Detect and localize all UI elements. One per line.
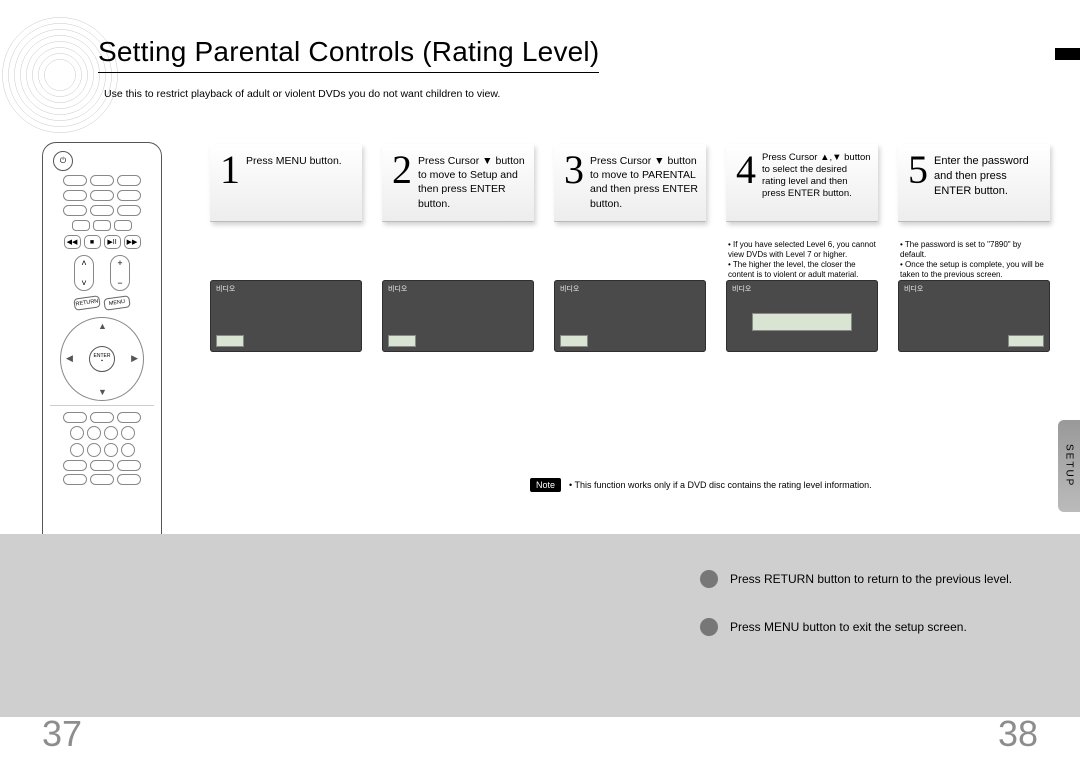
section-tab-setup: SETUP <box>1058 420 1080 512</box>
steps-row: 1 Press MENU button. 비디오 2 Press Cursor … <box>210 144 1050 352</box>
page-title: Setting Parental Controls (Rating Level) <box>98 36 599 68</box>
screen-mock: 비디오 <box>210 280 362 352</box>
step-2: 2 Press Cursor ▼ button to move to Setup… <box>382 144 534 352</box>
remote-illustration: ⏻ ◀◀■▶II▶▶ ˄˅ +− RETURN MENU ▲▼◀▶ ENTER▪ <box>42 142 162 587</box>
menu-button: MENU <box>103 295 130 311</box>
screen-mock: 비디오 <box>554 280 706 352</box>
step-notes: The password is set to "7890" by default… <box>898 222 1050 280</box>
footer-line-return: Press RETURN button to return to the pre… <box>700 570 1012 588</box>
footer-line-menu: Press MENU button to exit the setup scre… <box>700 618 1012 636</box>
page-subtitle: Use this to restrict playback of adult o… <box>104 88 500 100</box>
screen-mock: 비디오 <box>898 280 1050 352</box>
note-text: • This function works only if a DVD disc… <box>569 480 872 490</box>
step-number: 1 <box>214 150 246 215</box>
footer-instructions: Press RETURN button to return to the pre… <box>700 570 1012 636</box>
enter-button: ENTER▪ <box>89 346 115 372</box>
page-edge-marker <box>1055 48 1080 60</box>
step-text: Press MENU button. <box>246 150 356 215</box>
power-icon: ⏻ <box>53 151 73 171</box>
step-notes: If you have selected Level 6, you cannot… <box>726 222 878 280</box>
volume-rocker: ˄˅ <box>74 255 94 291</box>
title-wrap: Setting Parental Controls (Rating Level) <box>98 36 599 73</box>
step-4: 4 Press Cursor ▲,▼ button to select the … <box>726 144 878 352</box>
screen-mock: 비디오 <box>382 280 534 352</box>
decorative-swirl <box>0 15 120 135</box>
channel-rocker: +− <box>110 255 130 291</box>
manual-spread: Setting Parental Controls (Rating Level)… <box>0 0 1080 763</box>
step-5: 5 Enter the password and then press ENTE… <box>898 144 1050 352</box>
note-row: Note • This function works only if a DVD… <box>530 478 872 492</box>
step-1: 1 Press MENU button. 비디오 <box>210 144 362 352</box>
page-number-right: 38 <box>998 713 1038 755</box>
bullet-icon <box>700 618 718 636</box>
screen-mock: 비디오 <box>726 280 878 352</box>
note-badge: Note <box>530 478 561 492</box>
return-button: RETURN <box>73 295 100 311</box>
page-number-left: 37 <box>42 713 82 755</box>
step-3: 3 Press Cursor ▼ button to move to PAREN… <box>554 144 706 352</box>
bullet-icon <box>700 570 718 588</box>
cursor-pad: ▲▼◀▶ ENTER▪ <box>60 317 144 401</box>
